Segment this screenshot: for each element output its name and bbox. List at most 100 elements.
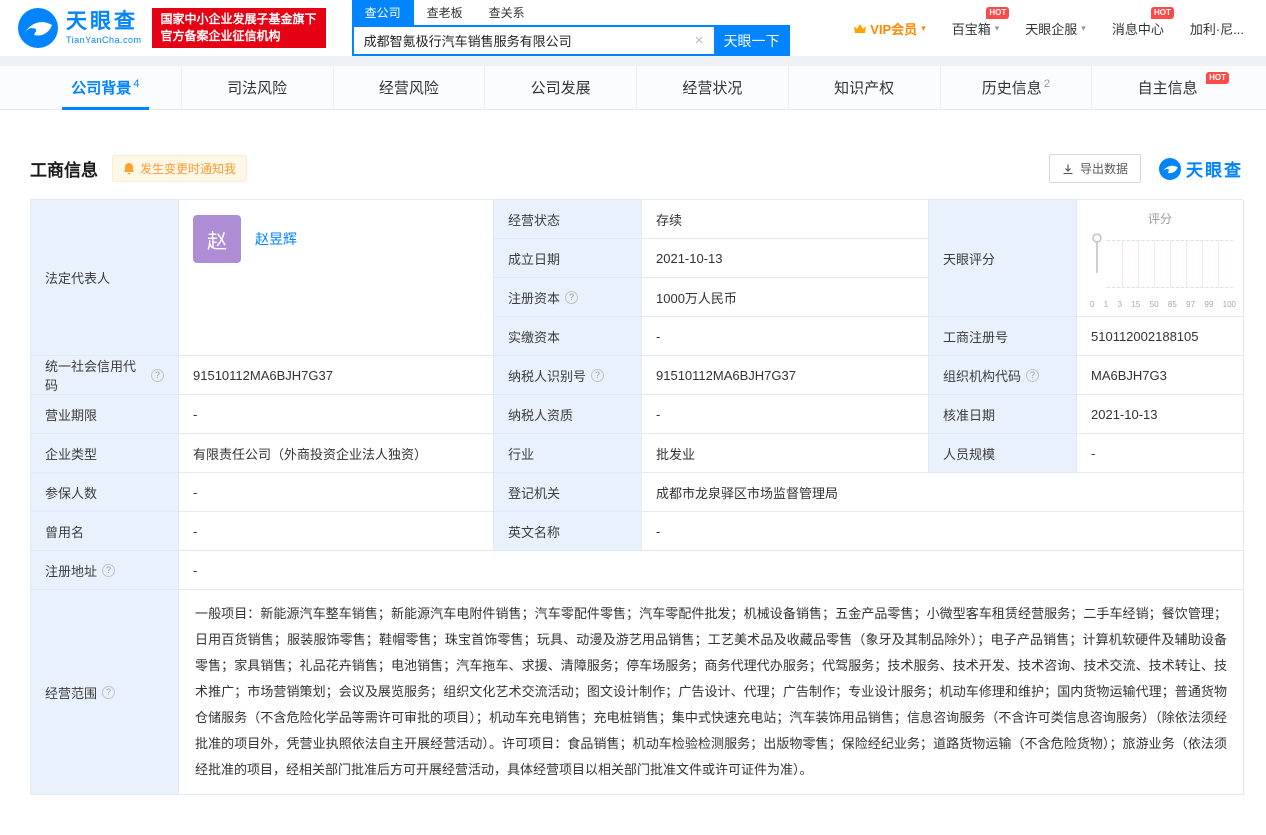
label-former-name: 曾用名 <box>31 512 179 551</box>
label-operating-status: 经营状态 <box>494 200 642 239</box>
label-text: 参保人数 <box>45 485 98 501</box>
value-registration-number: 510112002188105 <box>1077 317 1244 356</box>
tick-label: 0 <box>1090 300 1095 309</box>
chevron-down-icon: ▾ <box>994 22 1000 33</box>
value-text: 2021-10-13 <box>656 250 723 266</box>
nav-message-center[interactable]: 消息中心 HOT <box>1112 6 1174 38</box>
nav-username[interactable]: 加利·尼... <box>1190 19 1244 38</box>
label-paid-capital: 实缴资本 <box>494 317 642 356</box>
tab-operating-risk[interactable]: 经营风险 <box>332 66 485 109</box>
value-operating-status: 存续 <box>642 200 929 239</box>
value-text: 91510112MA6BJH7G37 <box>193 367 333 383</box>
help-icon[interactable]: ? <box>102 563 116 577</box>
legal-representative-cell: 赵 赵昱辉 <box>179 200 494 356</box>
search-tab-boss[interactable]: 查老板 <box>414 0 476 25</box>
tab-label: 公司背景 <box>71 80 132 97</box>
tab-self-info[interactable]: 自主信息 HOT <box>1091 66 1243 109</box>
help-icon[interactable]: ? <box>565 290 579 304</box>
search-tabs: 查公司 查老板 查关系 <box>351 0 790 25</box>
logo-text: 天眼查 TianYanCha.com <box>66 11 142 45</box>
label-taxpayer-id: 纳税人识别号? <box>494 356 642 395</box>
top-header: 天眼查 TianYanCha.com 国家中小企业发展子基金旗下 官方备案企业征… <box>0 0 1266 56</box>
section-header-right: 导出数据 天眼查 <box>1048 154 1243 183</box>
help-icon[interactable]: ? <box>102 685 116 699</box>
chevron-down-icon: ▾ <box>921 22 926 33</box>
label-text: 实缴资本 <box>508 329 561 345</box>
label-credit-code: 统一社会信用代码? <box>31 356 179 395</box>
legal-rep-name-link[interactable]: 赵昱辉 <box>255 229 297 249</box>
nav-toolbox-label: 百宝箱 <box>951 21 991 37</box>
search-input[interactable] <box>353 33 685 48</box>
value-text: 510112002188105 <box>1091 328 1199 344</box>
label-text: 组织机构代码 <box>943 368 1022 384</box>
tick-label: 15 <box>1131 300 1141 309</box>
download-icon <box>1063 164 1073 174</box>
export-label: 导出数据 <box>1079 162 1128 176</box>
tab-judicial-risk[interactable]: 司法风险 <box>180 66 333 109</box>
tab-intellectual-property[interactable]: 知识产权 <box>787 66 940 109</box>
search-tab-company[interactable]: 查公司 <box>351 0 414 25</box>
label-text: 经营范围 <box>45 685 98 701</box>
tick-label: 97 <box>1186 300 1196 309</box>
clear-search-icon[interactable]: × <box>685 32 714 49</box>
value-business-term: - <box>179 395 494 434</box>
value-org-code: MA6BJH7G3 <box>1077 356 1244 395</box>
tianyancha-logo-icon <box>18 8 58 48</box>
bell-icon <box>124 163 134 175</box>
nav-toolbox[interactable]: 百宝箱 ▾ HOT <box>951 6 1010 38</box>
value-established-date: 2021-10-13 <box>642 239 929 278</box>
value-company-type: 有限责任公司（外商投资企业法人独资） <box>179 434 494 473</box>
label-english-name: 英文名称 <box>494 512 642 551</box>
hot-badge: HOT <box>986 6 1010 19</box>
tab-label: 经营风险 <box>378 80 439 97</box>
nav-vip[interactable]: VIP会员 ▾ <box>853 19 926 38</box>
value-text: 2021-10-13 <box>1091 406 1158 422</box>
tick-label: 100 <box>1222 300 1236 309</box>
company-section-tabs: 公司背景 4 司法风险 经营风险 公司发展 经营状况 知识产权 历史信息 2 自主信… <box>0 66 1266 110</box>
tick-label: 99 <box>1204 300 1214 309</box>
hot-badge: HOT <box>1206 72 1229 84</box>
tab-history-info[interactable]: 历史信息 2 <box>939 66 1092 109</box>
label-text: 注册资本 <box>508 290 561 306</box>
page-title: 工商信息 <box>30 161 98 180</box>
label-text: 天眼评分 <box>943 251 996 267</box>
help-icon[interactable]: ? <box>591 368 605 382</box>
help-icon[interactable]: ? <box>151 368 164 382</box>
nav-enterprise-service[interactable]: 天眼企服 ▾ <box>1025 19 1086 38</box>
value-text: - <box>656 406 661 422</box>
header-divider <box>0 56 1266 66</box>
label-text: 法定代表人 <box>45 271 111 286</box>
export-data-button[interactable]: 导出数据 <box>1048 154 1141 183</box>
value-registry-authority: 成都市龙泉驿区市场监督管理局 <box>642 473 1244 512</box>
tab-company-background[interactable]: 公司背景 4 <box>30 66 181 110</box>
label-legal-representative: 法定代表人 <box>31 200 179 356</box>
tab-operating-status[interactable]: 经营状况 <box>636 66 788 109</box>
label-text: 成立日期 <box>508 251 561 267</box>
tick-label: 3 <box>1117 300 1123 309</box>
search-button[interactable]: 天眼一下 <box>713 25 790 56</box>
label-text: 登记机关 <box>508 485 561 501</box>
legal-rep-avatar[interactable]: 赵 <box>193 215 241 263</box>
watermark-logo: 天眼查 <box>1159 156 1243 181</box>
site-logo[interactable]: 天眼查 TianYanCha.com <box>18 8 142 48</box>
label-text: 行业 <box>508 446 535 462</box>
tab-company-development[interactable]: 公司发展 <box>484 66 636 109</box>
label-taxpayer-quality: 纳税人资质 <box>494 395 642 434</box>
label-registered-address: 注册地址? <box>31 551 179 590</box>
value-text: - <box>193 523 198 539</box>
main-content: 工商信息 发生变更时通知我 导出数据 天眼查 法定代表人 赵 赵昱辉 经营状态 … <box>0 154 1266 835</box>
top-nav: VIP会员 ▾ 百宝箱 ▾ HOT 天眼企服 ▾ 消息中心 HOT 加利·尼..… <box>853 6 1244 38</box>
search-area: 查公司 查老板 查关系 × 天眼一下 <box>351 0 790 56</box>
value-text: - <box>1091 445 1096 461</box>
label-business-scope: 经营范围? <box>31 590 179 795</box>
label-text: 统一社会信用代码 <box>45 359 137 393</box>
business-info-table: 法定代表人 赵 赵昱辉 经营状态 存续 成立日期 2021-10-13 注册资本… <box>30 199 1244 795</box>
search-tab-relation[interactable]: 查关系 <box>476 0 538 25</box>
help-icon[interactable]: ? <box>1026 368 1040 382</box>
value-text: - <box>193 406 198 422</box>
notify-change-button[interactable]: 发生变更时通知我 <box>112 155 248 182</box>
legal-rep-row: 赵 赵昱辉 <box>193 215 297 263</box>
value-staff-size: - <box>1077 434 1244 473</box>
tab-label: 知识产权 <box>834 80 895 97</box>
tianyan-score-chart[interactable]: 评分 0 1 3 15 50 85 97 99 100 <box>1077 200 1244 317</box>
